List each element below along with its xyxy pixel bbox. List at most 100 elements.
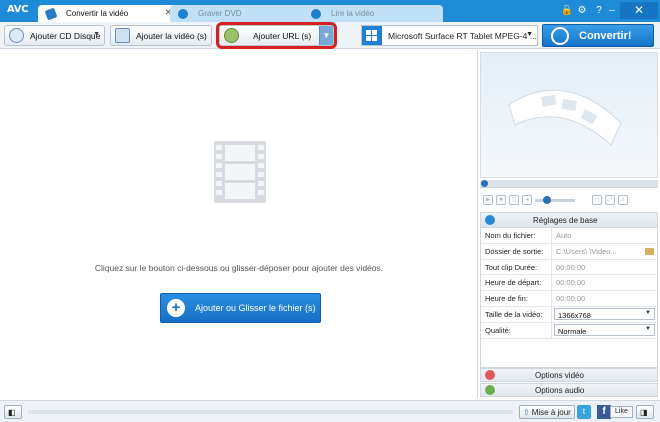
chevron-down-icon: ▼ — [645, 309, 651, 316]
gear-icon[interactable]: ⚙ — [575, 4, 589, 18]
cd-icon — [9, 28, 24, 43]
tab-label: Convertir la vidéo — [66, 9, 129, 18]
app-logo: AVC — [7, 4, 29, 15]
globe-icon — [224, 28, 239, 43]
setting-key: Dossier de sortie: — [481, 243, 552, 259]
convert-button[interactable]: Convertir! — [542, 24, 654, 47]
add-cd-label: Ajouter CD Disque — [30, 30, 101, 41]
quality-select[interactable]: Normale ▼ — [552, 323, 657, 338]
add-cd-button[interactable]: Ajouter CD Disque ▼ — [4, 25, 105, 46]
panel-toggle-left-icon[interactable]: ◧ — [4, 405, 22, 419]
chevron-down-icon[interactable]: ▼ — [319, 26, 333, 45]
chevron-down-icon[interactable]: ▼ — [93, 31, 100, 38]
tab-label: Graver DVD — [198, 9, 242, 18]
facebook-icon[interactable]: f — [597, 405, 611, 419]
status-bar: ◧ ⇧ Mise à jour t f Like ◨ — [0, 400, 660, 422]
setting-key: Tout clip Durée: — [481, 259, 552, 275]
setting-row-output-folder: Dossier de sortie: C:\Users\ \Video... — [481, 243, 657, 260]
seek-bar[interactable] — [480, 180, 658, 188]
setting-row-start-time: Heure de départ: 00:00:00 — [481, 275, 657, 292]
video-size-select[interactable]: 1366x768 ▼ — [552, 307, 657, 322]
volume-slider[interactable] — [535, 195, 575, 204]
play-icon — [311, 8, 321, 19]
convert-label: Convertir! — [579, 29, 632, 42]
video-options-icon — [485, 370, 495, 380]
add-files-label: Ajouter ou Glisser le fichier (s) — [195, 303, 316, 313]
add-files-button[interactable]: + Ajouter ou Glisser le fichier (s) — [160, 293, 321, 323]
setting-key: Heure de départ: — [481, 275, 552, 291]
film-reel-graphic — [508, 89, 622, 146]
video-options-label: Options vidéo — [535, 370, 584, 380]
drop-area[interactable]: Cliquez sur le bouton ci-dessous ou glis… — [0, 50, 478, 398]
setting-key: Heure de fin: — [481, 291, 552, 306]
toolbar: Ajouter CD Disque ▼ Ajouter la vidéo (s)… — [0, 22, 660, 49]
video-options-button[interactable]: Options vidéo — [480, 368, 658, 382]
speaker-icon[interactable]: ◂ — [522, 195, 532, 205]
volume-handle[interactable] — [543, 195, 551, 204]
start-time-field[interactable]: 00:00:00 — [552, 275, 657, 290]
arrow-up-icon: ⇧ — [523, 407, 530, 417]
drop-hint: Cliquez sur le bouton ci-dessous ou glis… — [94, 263, 384, 273]
add-video-label: Ajouter la vidéo (s) — [136, 30, 207, 41]
close-window-button[interactable]: ✕ — [620, 2, 658, 19]
output-folder-value: C:\Users\ \Video... — [556, 246, 617, 256]
folder-icon[interactable] — [645, 247, 654, 255]
title-bar: AVC Convertir la vidéo ✕ Graver DVD Lire… — [0, 0, 660, 22]
disc-icon — [178, 8, 188, 19]
settings-header[interactable]: Réglages de base — [481, 213, 657, 228]
setting-row-end-time: Heure de fin: 00:00:00 — [481, 291, 657, 307]
add-url-label: Ajouter URL (s) — [253, 30, 312, 41]
audio-options-icon — [485, 385, 495, 395]
duration-value: 00:00:00 — [556, 262, 586, 272]
audio-options-label: Options audio — [535, 385, 585, 395]
film-icon — [44, 7, 58, 20]
tab-label: Lire la vidéo — [331, 9, 375, 18]
windows-icon — [362, 26, 382, 45]
end-time-field[interactable]: 00:00:00 — [552, 291, 657, 306]
video-preview — [480, 52, 658, 178]
output-profile-select[interactable]: Microsoft Surface RT Tablet MPEG-4 ... ▼ — [361, 25, 538, 46]
chevron-down-icon[interactable]: ▼ — [526, 31, 533, 38]
snapshot-icon[interactable]: ◻ — [509, 195, 519, 205]
quality-value: Normale — [558, 326, 587, 336]
plus-icon: + — [167, 299, 185, 317]
update-button[interactable]: ⇧ Mise à jour — [519, 405, 575, 419]
video-size-value: 1366x768 — [558, 310, 591, 320]
setting-row-filename: Nom du fichier: Auto — [481, 228, 657, 244]
setting-row-duration: Tout clip Durée: 00:00:00 — [481, 259, 657, 276]
play-icon[interactable]: ▶ — [483, 195, 493, 205]
add-url-button[interactable]: Ajouter URL (s) ▼ — [216, 22, 337, 49]
panel-toggle-right-icon[interactable]: ◨ — [636, 405, 654, 419]
minimize-button[interactable]: – — [605, 4, 619, 18]
setting-key: Taille de la vidéo: — [481, 306, 552, 322]
stop-icon[interactable]: ■ — [496, 195, 506, 205]
fullscreen-icon[interactable]: ⤢ — [605, 195, 615, 205]
profile-label: Microsoft Surface RT Tablet MPEG-4 ... — [388, 30, 537, 41]
film-strip-icon — [214, 141, 266, 203]
chevron-down-icon: ▼ — [645, 325, 651, 332]
setting-row-quality: Qualité: Normale ▼ — [481, 322, 657, 339]
tab-play-video[interactable]: Lire la vidéo — [303, 5, 443, 22]
twitter-icon[interactable]: t — [577, 405, 591, 419]
folder-open-icon[interactable]: ▭ — [592, 195, 602, 205]
seek-handle[interactable] — [481, 180, 488, 187]
add-video-button[interactable]: Ajouter la vidéo (s) — [110, 25, 212, 46]
help-icon[interactable]: ? — [592, 4, 606, 18]
tab-convert-video[interactable]: Convertir la vidéo ✕ — [38, 5, 178, 22]
tab-burn-dvd[interactable]: Graver DVD — [170, 5, 310, 22]
setting-row-video-size: Taille de la vidéo: 1366x768 ▼ — [481, 306, 657, 323]
zoom-icon[interactable]: ⌕ — [618, 195, 628, 205]
film-add-icon — [115, 28, 130, 43]
setting-key: Nom du fichier: — [481, 228, 552, 243]
setting-key: Qualité: — [481, 322, 552, 338]
output-folder-field[interactable]: C:\Users\ \Video... — [552, 244, 657, 259]
audio-options-button[interactable]: Options audio — [480, 383, 658, 397]
basic-settings-panel: Réglages de base Nom du fichier: Auto Do… — [480, 212, 658, 368]
lock-icon[interactable]: 🔒 — [560, 4, 574, 18]
settings-title: Réglages de base — [533, 215, 598, 225]
progress-bar — [28, 410, 513, 414]
settings-icon — [485, 215, 495, 225]
player-controls: ▶ ■ ◻ ◂ ▭ ⤢ ⌕ — [480, 190, 658, 210]
filename-field[interactable]: Auto — [552, 228, 657, 243]
like-button[interactable]: Like — [610, 406, 633, 418]
